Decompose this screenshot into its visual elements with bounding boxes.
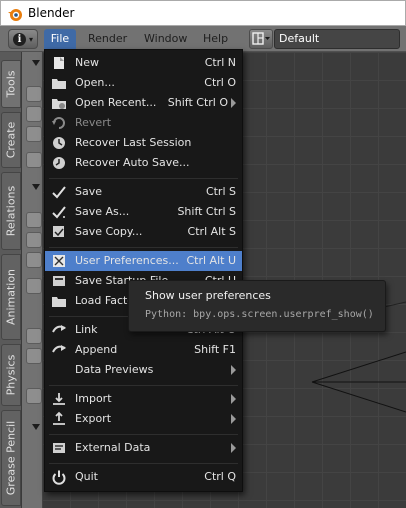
toolshelf-panel [22,52,42,508]
quit-icon [52,470,66,485]
tooltip-python-path: Python: bpy.ops.screen.userpref_show() [145,309,374,320]
submenu-arrow-icon [231,365,236,375]
menu-separator [49,434,238,435]
shelf-button[interactable] [26,328,42,344]
menu-item-user-preferences[interactable]: User Preferences... Ctrl Alt U [45,251,242,271]
screen-layout-button[interactable] [249,29,273,49]
shelf-button[interactable] [26,86,42,102]
menu-item-data-previews[interactable]: Data Previews [45,360,242,380]
chevron-down-icon: ▾ [29,35,34,44]
toolshelf-tabs: Tools Create Relations Animation Physics… [0,52,22,508]
screen-layout-field[interactable]: Default [274,29,400,49]
menu-item-recover-auto-save[interactable]: Recover Auto Save... [45,153,242,173]
menu-window[interactable]: Window [140,29,191,49]
shelf-button[interactable] [26,212,42,228]
editor-type-button[interactable]: i ▾ [8,29,38,49]
tab-create[interactable]: Create [1,112,21,168]
menu-separator [49,463,238,464]
shelf-button[interactable] [26,348,42,364]
menu-item-save-as[interactable]: Save As... Shift Ctrl S [45,202,242,222]
menu-item-save-copy[interactable]: Save Copy... Ctrl Alt S [45,222,242,242]
recover-auto-icon [53,157,65,169]
menu-item-open[interactable]: Open... Ctrl O [45,73,242,93]
blender-logo-icon [8,9,22,21]
layout-grid-icon [252,32,270,45]
import-icon [53,393,65,405]
file-menu-dropdown: New Ctrl N Open... Ctrl O Open Recent...… [44,49,243,492]
tab-grease-pencil[interactable]: Grease Pencil [1,410,21,506]
shelf-button[interactable] [26,232,42,248]
tab-physics[interactable]: Physics [1,344,21,406]
panel-collapse-icon[interactable] [32,184,40,190]
menu-item-export[interactable]: Export [45,409,242,429]
panel-collapse-icon[interactable] [32,60,40,66]
shelf-button[interactable] [26,152,42,168]
tooltip: Show user preferences Python: bpy.ops.sc… [128,280,386,332]
menu-item-quit[interactable]: Quit Ctrl Q [45,467,242,487]
submenu-arrow-icon [231,394,236,404]
save-as-icon [52,206,66,219]
link-icon [52,325,66,333]
save-icon [52,186,66,199]
shelf-button[interactable] [26,388,42,404]
tab-relations[interactable]: Relations [1,172,21,250]
window-title: Blender [28,6,75,20]
append-icon [52,345,66,353]
external-data-icon [53,443,65,453]
save-copy-icon [53,226,64,237]
submenu-arrow-icon [231,98,236,108]
info-icon: i [13,33,26,46]
shelf-button[interactable] [26,252,42,268]
menu-separator [49,385,238,386]
menu-item-new[interactable]: New Ctrl N [45,53,242,73]
menu-render[interactable]: Render [84,29,131,49]
menu-separator [49,247,238,248]
save-startup-icon [53,276,65,286]
panel-collapse-icon[interactable] [32,424,40,430]
shelf-button[interactable] [26,106,42,122]
menu-item-save[interactable]: Save Ctrl S [45,182,242,202]
export-icon [53,411,65,425]
shelf-button[interactable] [26,126,42,142]
menu-item-open-recent[interactable]: Open Recent... Shift Ctrl O [45,93,242,113]
menu-help[interactable]: Help [199,29,232,49]
shelf-button[interactable] [26,278,42,294]
load-factory-icon [52,297,66,307]
menu-item-recover-last-session[interactable]: Recover Last Session [45,133,242,153]
menu-file[interactable]: File [44,29,76,49]
tab-tools[interactable]: Tools [1,60,21,108]
menu-item-append[interactable]: Append Shift F1 [45,340,242,360]
window-title-bar: Blender [0,0,406,26]
folder-icon [52,79,66,89]
recover-icon [53,137,65,149]
open-recent-icon [52,99,66,109]
preferences-icon [53,255,65,267]
menu-separator [49,178,238,179]
tooltip-title: Show user preferences [145,289,271,302]
revert-icon [52,117,65,129]
submenu-arrow-icon [231,414,236,424]
submenu-arrow-icon [231,443,236,453]
menu-item-revert[interactable]: Revert [45,113,242,133]
menu-item-import[interactable]: Import [45,389,242,409]
tab-animation[interactable]: Animation [1,254,21,340]
new-file-icon [54,57,64,69]
menu-item-external-data[interactable]: External Data [45,438,242,458]
